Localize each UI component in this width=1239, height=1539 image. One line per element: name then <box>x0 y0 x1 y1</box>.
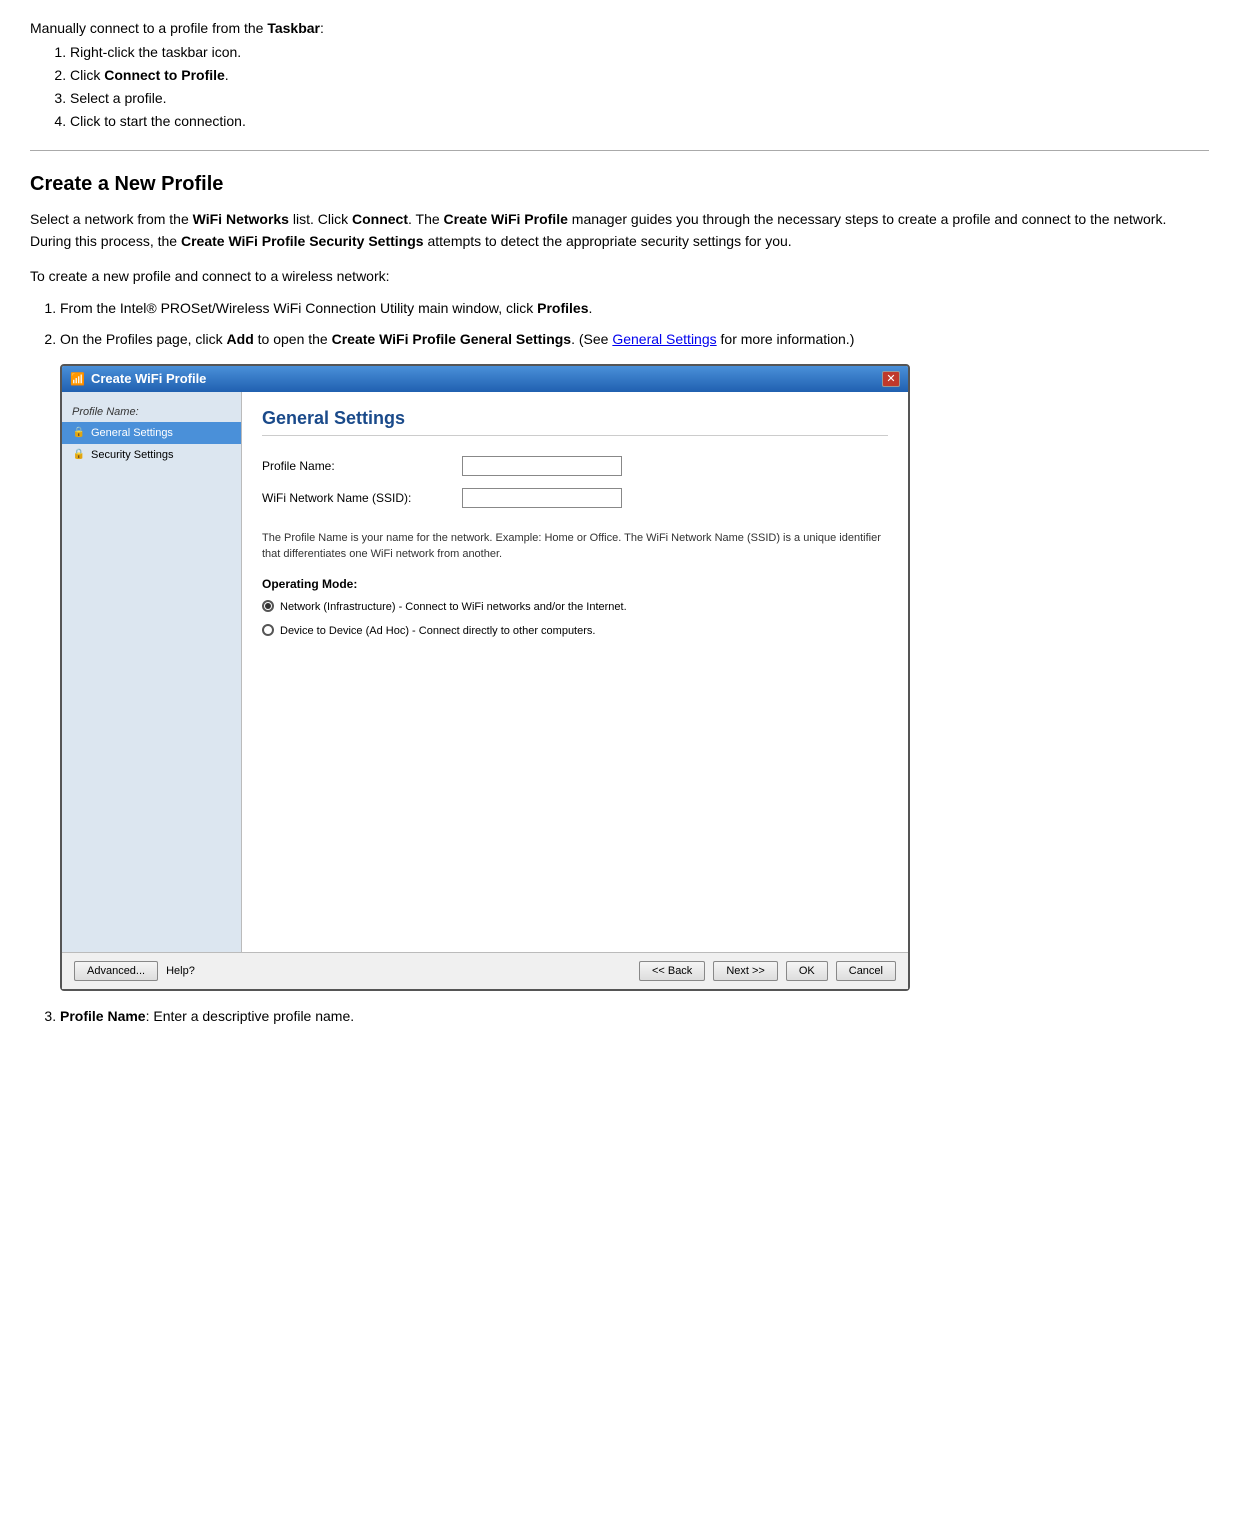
taskbar-step-3: Select a profile. <box>70 88 1209 109</box>
sidebar-security-settings[interactable]: 🔒 Security Settings <box>62 444 241 466</box>
radio-adhoc-circle[interactable] <box>262 624 274 636</box>
profile-name-label: Profile Name: <box>262 459 462 473</box>
section-divider <box>30 150 1209 151</box>
dialog-screenshot: 📶 Create WiFi Profile ✕ Profile Name: 🔒 … <box>60 364 910 991</box>
radio-infrastructure-circle[interactable] <box>262 600 274 612</box>
section-description: Select a network from the WiFi Networks … <box>30 208 1209 253</box>
step3-bold: Profile Name <box>60 1008 146 1024</box>
step3-item: Profile Name: Enter a descriptive profil… <box>60 1005 1209 1027</box>
advanced-button[interactable]: Advanced... <box>74 961 158 981</box>
intro-paragraph: Manually connect to a profile from the T… <box>30 20 1209 36</box>
dialog-main-title: General Settings <box>262 408 888 436</box>
taskbar-step-2: Click Connect to Profile. <box>70 65 1209 86</box>
form-description: The Profile Name is your name for the ne… <box>262 530 888 563</box>
section-title: Create a New Profile <box>30 173 1209 196</box>
lock-icon-2: 🔒 <box>72 448 86 462</box>
sidebar-security-settings-label: Security Settings <box>91 449 174 461</box>
ok-button[interactable]: OK <box>786 961 828 981</box>
profile-name-row: Profile Name: <box>262 456 888 476</box>
taskbar-step-4: Click to start the connection. <box>70 111 1209 132</box>
help-text: Help? <box>166 965 195 977</box>
step3-text: : Enter a descriptive profile name. <box>146 1008 355 1024</box>
dialog-close-button[interactable]: ✕ <box>882 371 900 387</box>
sidebar-general-settings-label: General Settings <box>91 427 173 439</box>
sidebar-general-settings[interactable]: 🔒 General Settings <box>62 422 241 444</box>
intro-bold: Taskbar <box>267 20 320 36</box>
create-step-2: On the Profiles page, click Add to open … <box>60 328 1209 350</box>
general-settings-link[interactable]: General Settings <box>612 331 716 347</box>
taskbar-steps-list: Right-click the taskbar icon. Click Conn… <box>70 42 1209 132</box>
intro-colon: : <box>320 20 324 36</box>
back-button[interactable]: << Back <box>639 961 705 981</box>
radio-infrastructure-label: Network (Infrastructure) - Connect to Wi… <box>280 599 627 616</box>
dialog-title: Create WiFi Profile <box>91 371 206 386</box>
intro-text: Manually connect to a profile from the <box>30 20 267 36</box>
ssid-label: WiFi Network Name (SSID): <box>262 491 462 505</box>
taskbar-step-1: Right-click the taskbar icon. <box>70 42 1209 63</box>
to-create-text: To create a new profile and connect to a… <box>30 265 1209 287</box>
dialog-sidebar: Profile Name: 🔒 General Settings 🔒 Secur… <box>62 392 242 952</box>
radio-adhoc-label: Device to Device (Ad Hoc) - Connect dire… <box>280 623 595 640</box>
dialog-main-content: General Settings Profile Name: WiFi Netw… <box>242 392 908 952</box>
sidebar-profile-name-label: Profile Name: <box>62 402 241 422</box>
next-button[interactable]: Next >> <box>713 961 778 981</box>
radio-adhoc[interactable]: Device to Device (Ad Hoc) - Connect dire… <box>262 623 888 640</box>
cancel-button[interactable]: Cancel <box>836 961 896 981</box>
dialog-footer: Advanced... Help? << Back Next >> OK Can… <box>62 952 908 989</box>
profile-name-input[interactable] <box>462 456 622 476</box>
radio-infrastructure[interactable]: Network (Infrastructure) - Connect to Wi… <box>262 599 888 616</box>
operating-mode-label: Operating Mode: <box>262 577 888 591</box>
step3-list: Profile Name: Enter a descriptive profil… <box>60 1005 1209 1027</box>
dialog-titlebar-left: 📶 Create WiFi Profile <box>70 371 206 386</box>
create-step-1: From the Intel® PROSet/Wireless WiFi Con… <box>60 297 1209 319</box>
ssid-row: WiFi Network Name (SSID): <box>262 488 888 508</box>
create-profile-steps: From the Intel® PROSet/Wireless WiFi Con… <box>60 297 1209 350</box>
wifi-icon: 📶 <box>70 372 85 386</box>
lock-icon: 🔒 <box>72 426 86 440</box>
dialog-body: Profile Name: 🔒 General Settings 🔒 Secur… <box>62 392 908 952</box>
dialog-titlebar: 📶 Create WiFi Profile ✕ <box>62 366 908 392</box>
ssid-input[interactable] <box>462 488 622 508</box>
